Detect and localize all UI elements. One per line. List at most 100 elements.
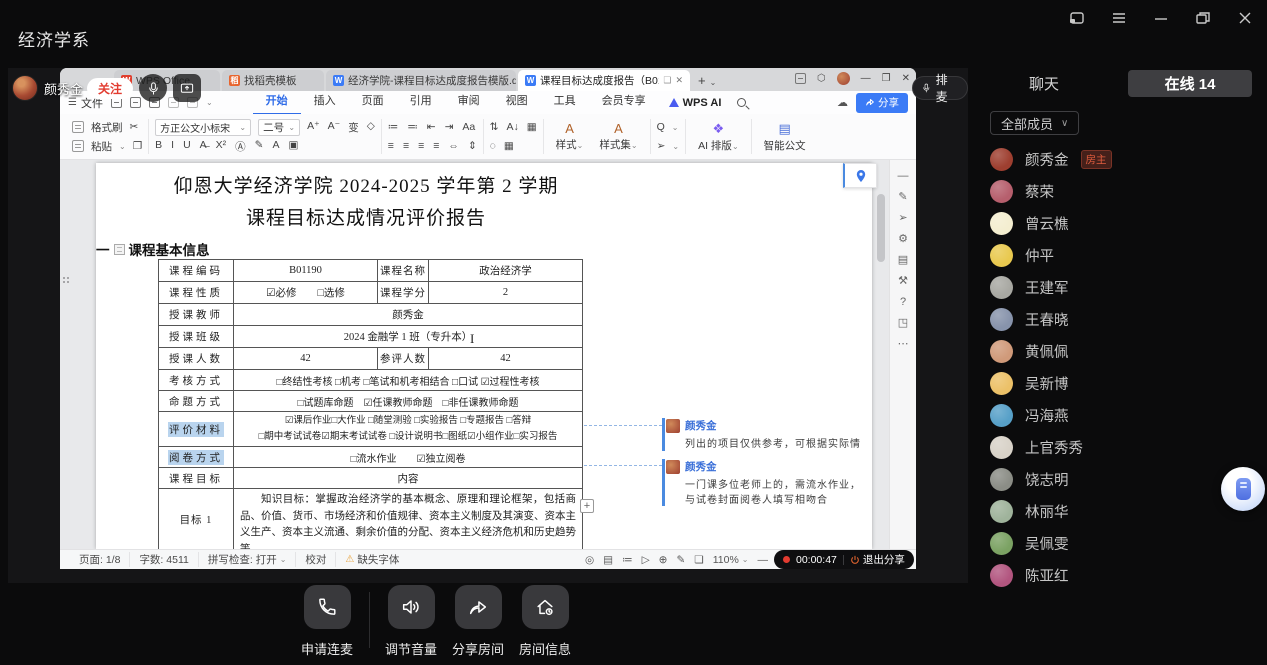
text-effect-icon[interactable]: 变 xyxy=(348,120,359,135)
workspace-icon[interactable] xyxy=(795,73,806,84)
mini-mode-icon[interactable] xyxy=(1069,11,1085,25)
outline-collapse-icon[interactable] xyxy=(114,244,125,255)
wps-minimize-icon[interactable]: — xyxy=(861,73,871,84)
cut-icon[interactable]: ✂ xyxy=(130,121,139,133)
font-name-select[interactable]: 方正公文小标宋 ⌄ xyxy=(155,119,251,136)
tab-list-chevron-icon[interactable]: ⌄ xyxy=(710,78,717,87)
outdent-icon[interactable]: ⇤ xyxy=(427,121,436,133)
copy-icon[interactable]: ❐ xyxy=(133,140,142,152)
select-cursor-icon[interactable]: ➢ xyxy=(898,212,907,224)
highlight-color-icon[interactable]: ✎ xyxy=(255,139,264,154)
style-set-button[interactable]: A 样式集⌄ xyxy=(593,118,643,155)
wps-share-button[interactable]: 分享 xyxy=(856,93,908,113)
new-tab-icon[interactable]: + xyxy=(698,73,706,88)
screen-share-button[interactable] xyxy=(173,74,201,102)
page-view-icon[interactable]: ▤ xyxy=(603,554,613,566)
missing-font-warning[interactable]: ⚠缺失字体 xyxy=(336,552,408,567)
sort-icon[interactable]: ⇅ xyxy=(490,121,499,133)
read-mode-icon[interactable]: ▷ xyxy=(642,554,650,566)
exit-share-button[interactable]: 退出分享 xyxy=(850,552,905,567)
smart-doc-button[interactable]: ▤ 智能公文 xyxy=(758,118,812,155)
presenter-avatar[interactable] xyxy=(12,75,38,101)
member-row[interactable]: 王建军 xyxy=(990,276,1112,299)
member-row[interactable]: 黄佩佩 xyxy=(990,340,1112,363)
outline-view-icon[interactable]: ≔ xyxy=(622,554,633,566)
mic-status-button[interactable] xyxy=(139,74,167,102)
insert-row-button[interactable]: + xyxy=(580,499,594,513)
edit-annotate-icon[interactable]: ✎ xyxy=(676,554,685,566)
member-filter-dropdown[interactable]: 全部成员 ∨ xyxy=(990,111,1079,135)
shading-color-icon[interactable]: ◌ xyxy=(490,140,496,152)
clear-format-icon[interactable]: ◇ xyxy=(367,120,375,135)
wps-tab-report-active[interactable]: W 课程目标达成度报告（B0119 ❑ ✕ xyxy=(518,70,690,91)
member-row[interactable]: 饶志明 xyxy=(990,468,1112,491)
menu-icon[interactable] xyxy=(1111,11,1127,25)
follow-button[interactable]: 关注 xyxy=(87,78,133,99)
share-room-button[interactable]: 分享房间 xyxy=(443,585,513,658)
member-row[interactable]: 曾云樵 xyxy=(990,212,1112,235)
menu-page[interactable]: 页面 xyxy=(349,90,397,115)
menu-review[interactable]: 审阅 xyxy=(445,90,493,115)
number-list-icon[interactable]: ≕ xyxy=(407,121,418,133)
paste-button[interactable]: 粘贴 ⌄ ❐ xyxy=(72,137,142,155)
collapse-icon[interactable]: — xyxy=(898,170,909,182)
member-row[interactable]: 颜秀金房主 xyxy=(990,148,1112,171)
tab-comment-icon[interactable]: ❑ xyxy=(663,75,671,86)
minimize-icon[interactable] xyxy=(1153,11,1169,25)
room-info-button[interactable]: 房间信息 xyxy=(510,585,580,658)
wps-restore-icon[interactable]: ❐ xyxy=(882,73,891,84)
menu-view[interactable]: 视图 xyxy=(493,90,541,115)
styles-button[interactable]: A 样式⌄ xyxy=(550,118,590,155)
proofread-button[interactable]: 校对 xyxy=(296,552,336,567)
annotation-tools-icon[interactable]: ⚒ xyxy=(898,275,908,287)
align-center-icon[interactable]: ≡ xyxy=(403,140,409,152)
menu-insert[interactable]: 插入 xyxy=(301,90,349,115)
format-painter-button[interactable]: 格式刷 ✂ xyxy=(72,118,142,136)
distribute-icon[interactable]: ⇔ xyxy=(448,140,459,152)
member-row[interactable]: 冯海燕 xyxy=(990,404,1112,427)
fullscreen-icon[interactable]: ❏ xyxy=(694,554,703,566)
wps-close-icon[interactable]: ✕ xyxy=(902,73,910,84)
text-effect2-icon[interactable]: Ⓐ xyxy=(235,139,246,154)
strikethrough-icon[interactable]: A̶ xyxy=(200,139,207,154)
font-color-icon[interactable]: A xyxy=(272,139,279,154)
justify-icon[interactable]: ≡ xyxy=(433,140,439,152)
floating-device-button[interactable] xyxy=(1221,467,1265,511)
member-row[interactable]: 上官秀秀 xyxy=(990,436,1112,459)
help-icon[interactable]: ? xyxy=(900,296,906,308)
tab-chat[interactable]: 聊天 xyxy=(988,70,1100,97)
integration-icon[interactable]: ⬡ xyxy=(817,73,826,84)
italic-icon[interactable]: I xyxy=(171,139,174,154)
find-icon[interactable]: Q xyxy=(657,121,665,133)
web-view-icon[interactable]: ⊕ xyxy=(659,554,668,566)
spellcheck-toggle[interactable]: 拼写检查: 打开⌄ xyxy=(199,552,297,567)
wps-tab-templates[interactable]: 稻 找稻壳模板 xyxy=(222,70,324,91)
char-shading-icon[interactable]: ▣ xyxy=(289,139,299,154)
more-icon[interactable]: ⋯ xyxy=(898,338,909,350)
close-icon[interactable] xyxy=(1237,11,1253,25)
az-sort-icon[interactable]: A↓ xyxy=(506,121,518,133)
underline-icon[interactable]: U xyxy=(183,139,191,154)
vertical-scrollbar[interactable] xyxy=(877,194,885,534)
skin-icon[interactable]: ◳ xyxy=(898,317,908,329)
drag-handle-icon[interactable] xyxy=(62,276,71,285)
superscript-icon[interactable]: X² xyxy=(216,139,227,154)
indent-icon[interactable]: ⇥ xyxy=(445,121,454,133)
change-case-icon[interactable]: Aa xyxy=(462,121,475,133)
bullet-list-icon[interactable]: ≔ xyxy=(388,121,399,133)
zoom-out-button[interactable]: — xyxy=(758,554,769,566)
comment-1[interactable]: 颜秀金 列出的项目仅供参考，可根据实际情况修改 xyxy=(666,418,866,453)
comment-pin-button[interactable] xyxy=(843,163,877,188)
ai-layout-button[interactable]: ❖ AI 排版⌄ xyxy=(692,118,745,155)
line-spacing-icon[interactable]: ⇕ xyxy=(468,140,477,152)
queue-mic-button[interactable]: 排麦 xyxy=(912,76,968,100)
eye-protect-icon[interactable]: ◎ xyxy=(585,554,594,566)
request-mic-button[interactable]: 申请连麦 xyxy=(292,585,362,658)
font-size-select[interactable]: 二号 ⌄ xyxy=(258,119,300,136)
member-row[interactable]: 陈亚红 xyxy=(990,564,1112,587)
align-left-icon[interactable]: ≡ xyxy=(388,140,394,152)
menu-member[interactable]: 会员专享 xyxy=(589,90,659,115)
wps-tab-doc-template[interactable]: W 经济学院-课程目标达成度报告模版.d xyxy=(326,70,516,91)
pen-icon[interactable]: ✎ xyxy=(898,191,907,203)
comment-2[interactable]: 颜秀金 一门课多位老师上的，需流水作业，与试卷封面阅卷人填写相吻合 xyxy=(666,459,866,508)
